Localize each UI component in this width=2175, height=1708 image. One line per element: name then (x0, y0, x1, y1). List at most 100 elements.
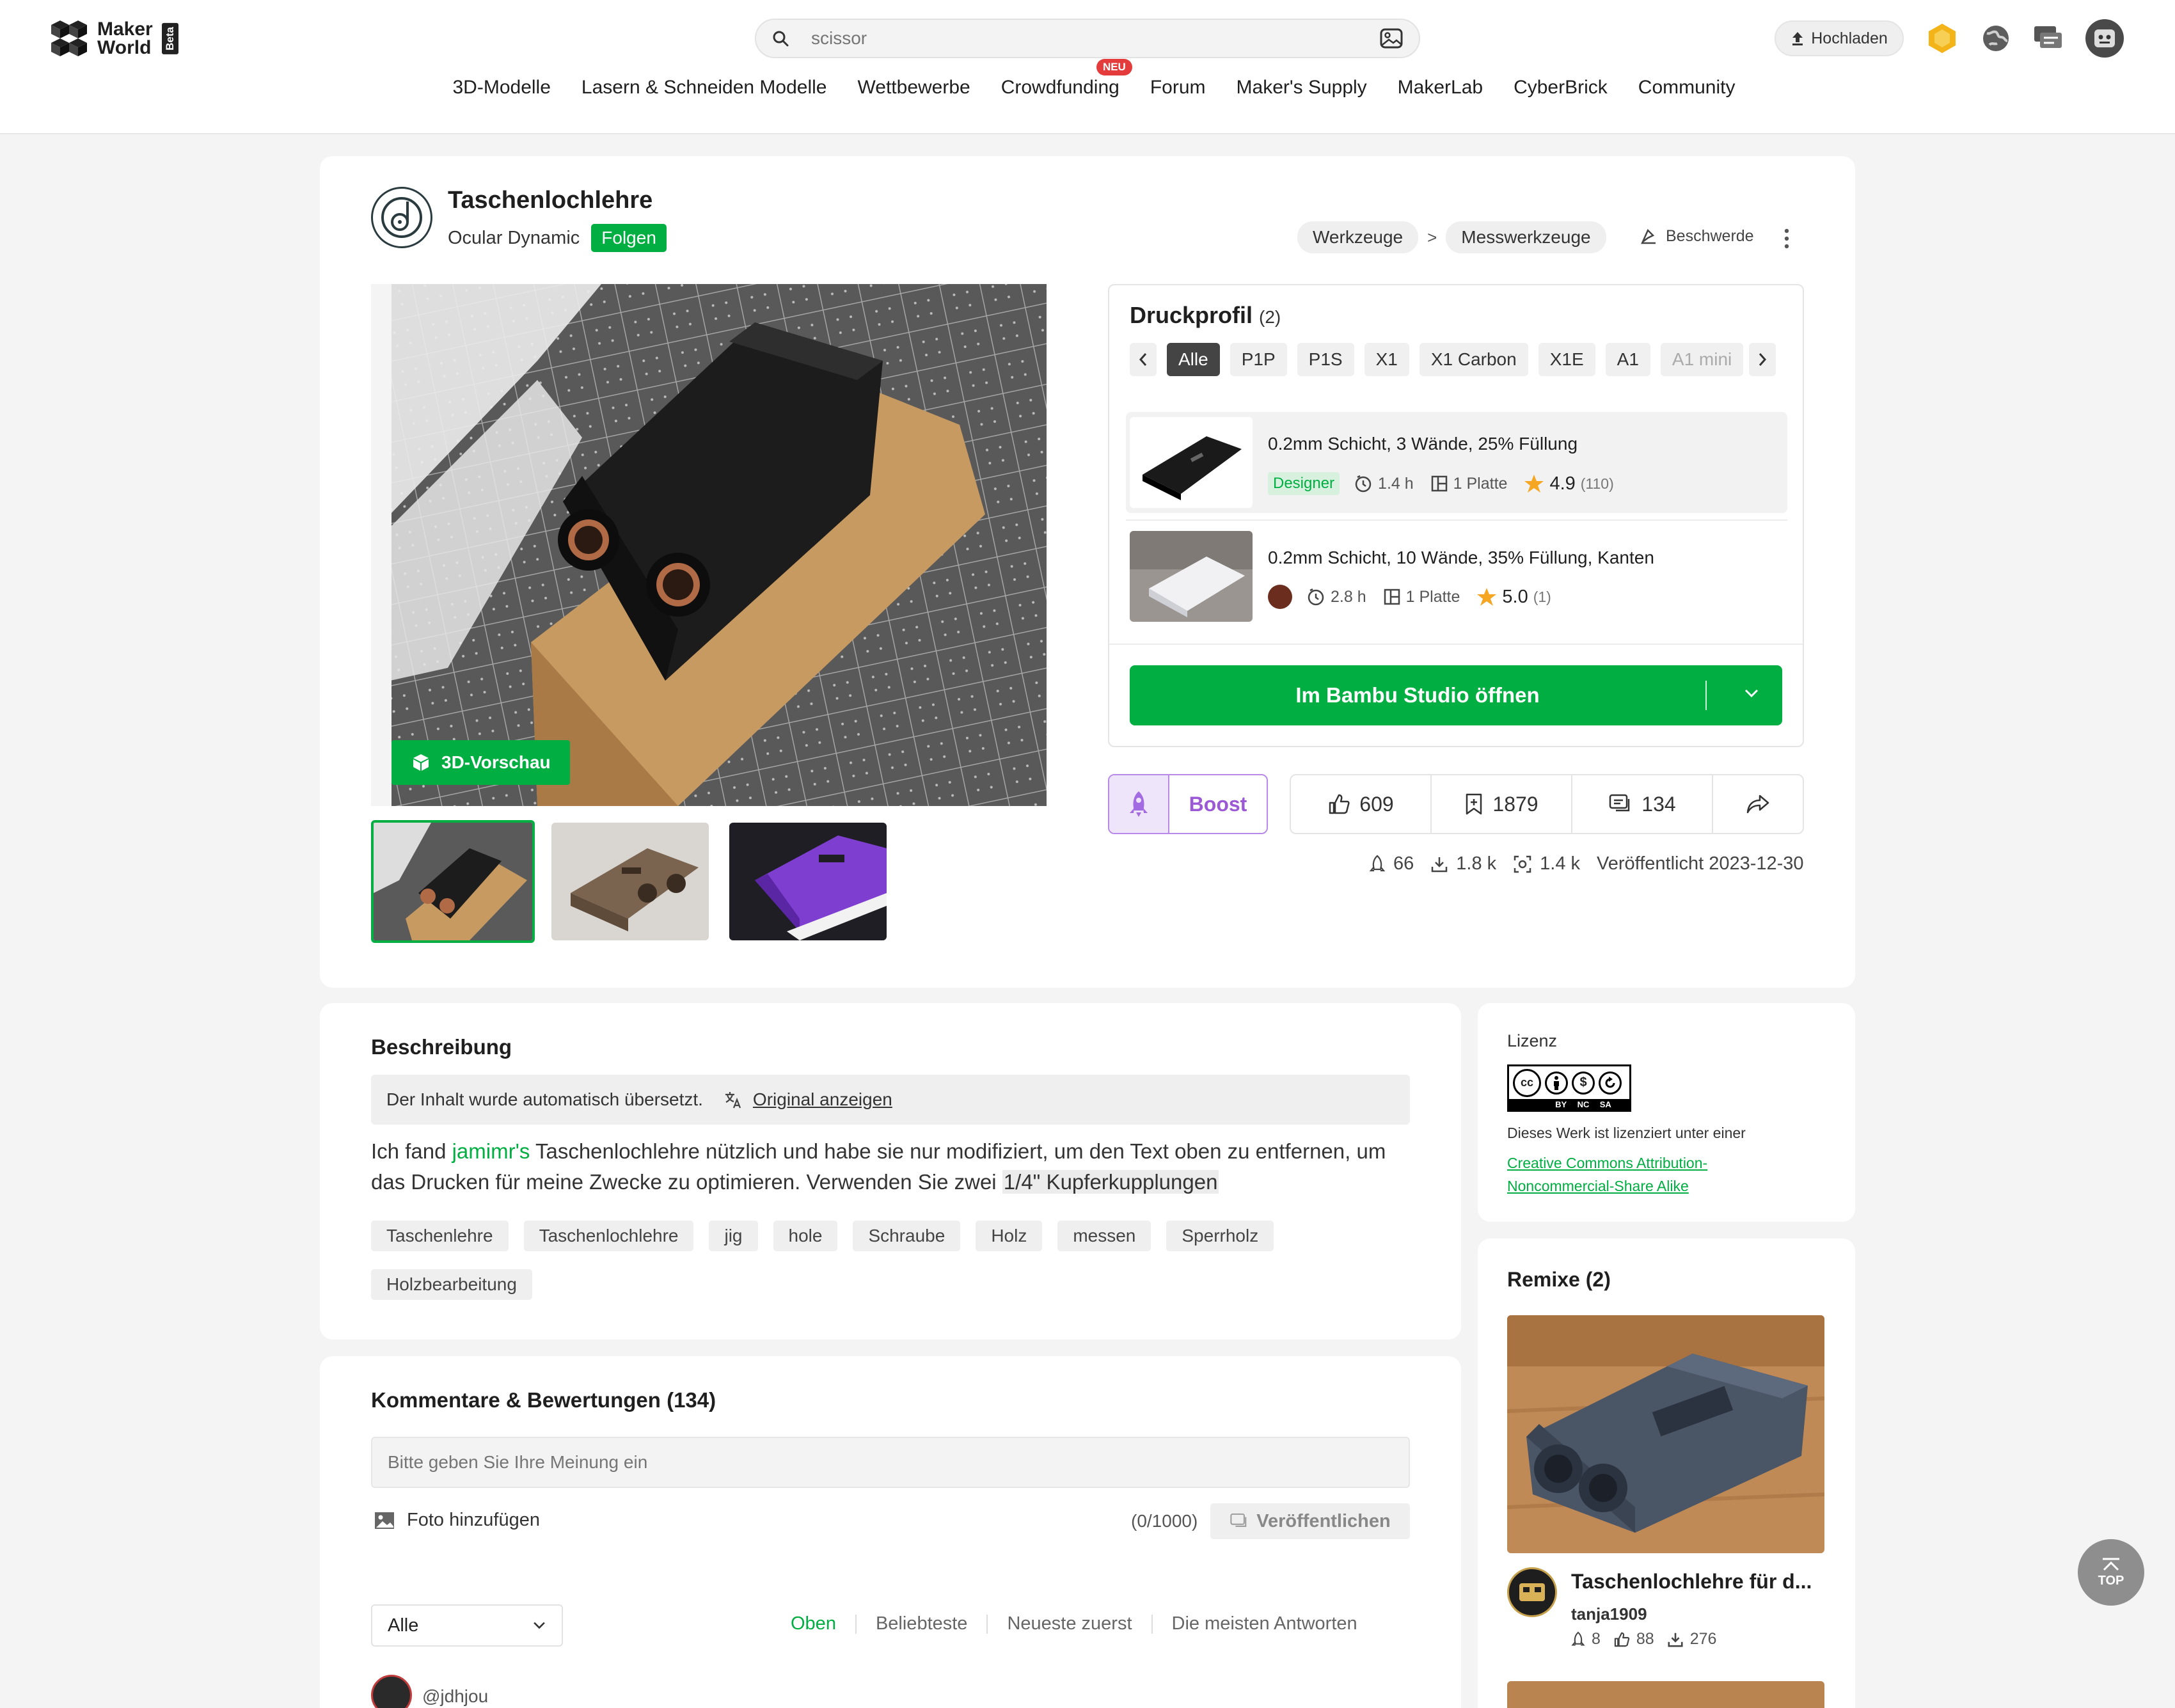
more-options-icon[interactable] (1782, 228, 1791, 249)
comment-input-field[interactable] (372, 1438, 1409, 1487)
tag-item[interactable]: Schraube (853, 1221, 961, 1251)
author-name[interactable]: Ocular Dynamic (448, 228, 580, 249)
thumbnail-3[interactable] (729, 823, 887, 940)
like-button[interactable]: 609 (1291, 775, 1432, 833)
license-link[interactable]: Creative Commons Attribution- Noncommerc… (1507, 1151, 1707, 1198)
remix-thumbnail-2[interactable] (1507, 1681, 1824, 1708)
profile-1-meta: Designer 1.4 h 1 Platte 4.9 (110) (1268, 472, 1614, 495)
remix-author-avatar[interactable] (1507, 1567, 1557, 1617)
nav-item-crowdfunding[interactable]: Crowdfunding NEU (1000, 59, 1132, 99)
tabs-next-button[interactable] (1749, 343, 1776, 376)
tag-item[interactable]: Taschenlehre (371, 1221, 509, 1251)
upload-button[interactable]: Hochladen (1775, 20, 1904, 56)
tab-p1s[interactable]: P1S (1297, 343, 1354, 376)
tabs-prev-button[interactable] (1130, 343, 1157, 376)
cc-icon: cc (1513, 1068, 1541, 1097)
thumbnail-1[interactable] (371, 820, 535, 943)
tab-a1[interactable]: A1 (1605, 343, 1650, 376)
sort-most-replies[interactable]: Die meisten Antworten (1172, 1613, 1357, 1634)
nav-item-laser[interactable]: Lasern & Schneiden Modelle (581, 77, 827, 99)
sort-popular[interactable]: Beliebteste (876, 1613, 968, 1634)
tag-item[interactable]: jig (709, 1221, 758, 1251)
comment-button[interactable]: 134 (1572, 775, 1713, 833)
open-in-studio-button[interactable]: Im Bambu Studio öffnen (1130, 665, 1782, 725)
tab-x1-carbon[interactable]: X1 Carbon (1419, 343, 1528, 376)
messages-icon[interactable] (2029, 19, 2068, 58)
add-photo-button[interactable]: Foto hinzufügen (374, 1510, 540, 1531)
main-model-image[interactable] (371, 284, 1047, 806)
prints-count: 1.4 k (1540, 853, 1581, 874)
language-globe-icon[interactable] (1977, 19, 2015, 58)
upload-icon (1792, 32, 1803, 45)
open-in-studio-label: Im Bambu Studio öffnen (1295, 683, 1540, 707)
follow-button[interactable]: Folgen (591, 224, 667, 252)
profile-2-creator-avatar[interactable] (1268, 585, 1292, 609)
boost-button[interactable]: Boost (1108, 774, 1268, 834)
cc-label-nc: NC (1577, 1100, 1590, 1109)
remix-title[interactable]: Taschenlochlehre für d... (1571, 1570, 1812, 1593)
nav-item-makerlab[interactable]: MakerLab (1398, 77, 1483, 99)
report-button[interactable]: Beschwerde (1639, 226, 1754, 246)
description-text-start: Ich fand (371, 1139, 452, 1163)
search-input[interactable] (811, 28, 1379, 49)
remix-thumbnail[interactable] (1507, 1315, 1824, 1553)
nav-item-3d-models[interactable]: 3D-Modelle (453, 77, 551, 99)
profile-2-thumbnail[interactable] (1130, 531, 1253, 622)
tab-x1e[interactable]: X1E (1538, 343, 1595, 376)
breadcrumb-tools[interactable]: Werkzeuge (1297, 221, 1419, 253)
commenter-name[interactable]: @jdhjou (422, 1686, 488, 1707)
search-bar[interactable] (755, 19, 1420, 58)
description-highlight: 1/4" Kupferkupplungen (1002, 1170, 1219, 1194)
tab-x1[interactable]: X1 (1364, 343, 1409, 376)
comment-filter-select[interactable]: Alle (371, 1604, 563, 1647)
thumbnail-2[interactable] (551, 823, 709, 940)
profile-1-name: 0.2mm Schicht, 3 Wände, 25% Füllung (1268, 434, 1578, 454)
share-button[interactable] (1713, 775, 1803, 833)
tab-all[interactable]: Alle (1167, 343, 1220, 376)
cc-badge-icons: cc $ (1509, 1066, 1629, 1099)
breadcrumb-measuring-tools[interactable]: Messwerkzeuge (1446, 221, 1606, 253)
image-search-icon[interactable] (1379, 26, 1404, 51)
chevron-down-icon[interactable] (1744, 688, 1759, 699)
profile-2-name: 0.2mm Schicht, 10 Wände, 35% Füllung, Ka… (1268, 548, 1654, 567)
sort-newest[interactable]: Neueste zuerst (1007, 1613, 1132, 1634)
cc-license-badge[interactable]: cc $ BY NC SA (1507, 1064, 1631, 1112)
tab-a1-mini[interactable]: A1 mini (1660, 343, 1744, 376)
tag-item[interactable]: messen (1057, 1221, 1151, 1251)
tag-list: Taschenlehre Taschenlochlehre jig hole S… (371, 1221, 1433, 1300)
back-to-top-button[interactable]: TOP (2078, 1539, 2144, 1606)
tag-item[interactable]: Taschenlochlehre (523, 1221, 694, 1251)
bookmark-icon (1466, 793, 1482, 815)
rocket-icon (1109, 775, 1169, 833)
comment-input[interactable] (371, 1437, 1410, 1488)
show-original-link[interactable]: Original anzeigen (724, 1089, 892, 1110)
profile-1-rating: 4.9 (1549, 473, 1576, 494)
tag-item[interactable]: hole (773, 1221, 838, 1251)
publish-button[interactable]: Veröffentlichen (1210, 1503, 1410, 1539)
chevron-right-icon (1759, 353, 1767, 366)
nav-item-crowdfunding-label: Crowdfunding (1000, 77, 1119, 98)
sort-top[interactable]: Oben (791, 1613, 836, 1634)
nav-item-contests[interactable]: Wettbewerbe (858, 77, 970, 99)
remix-likes: 88 (1636, 1630, 1654, 1648)
user-avatar[interactable] (2085, 19, 2124, 58)
remix-user[interactable]: tanja1909 (1571, 1604, 1647, 1624)
author-avatar[interactable] (371, 187, 432, 248)
tab-p1p[interactable]: P1P (1230, 343, 1287, 376)
comment-sort-options: Oben Beliebteste Neueste zuerst Die meis… (791, 1613, 1357, 1634)
nav-item-community[interactable]: Community (1638, 77, 1736, 99)
nav-item-cyberbrick[interactable]: CyberBrick (1514, 77, 1608, 99)
makerworld-logo[interactable]: Maker World Beta (50, 19, 178, 58)
nav-item-makers-supply[interactable]: Maker's Supply (1237, 77, 1367, 99)
3d-preview-button[interactable]: 3D-Vorschau (391, 740, 570, 785)
collect-button[interactable]: 1879 (1432, 775, 1572, 833)
tag-item[interactable]: Holzbearbeitung (371, 1269, 532, 1300)
tag-item[interactable]: Holz (976, 1221, 1043, 1251)
tag-item[interactable]: Sperrholz (1166, 1221, 1274, 1251)
print-profile-title: Druckprofil (1130, 302, 1253, 328)
nav-item-forum[interactable]: Forum (1150, 77, 1206, 99)
boost-rocket-icon (1571, 1631, 1585, 1645)
description-user-link[interactable]: jamimr's (452, 1139, 530, 1163)
plate-icon (1384, 589, 1400, 605)
points-coin-icon[interactable] (1923, 19, 1961, 58)
